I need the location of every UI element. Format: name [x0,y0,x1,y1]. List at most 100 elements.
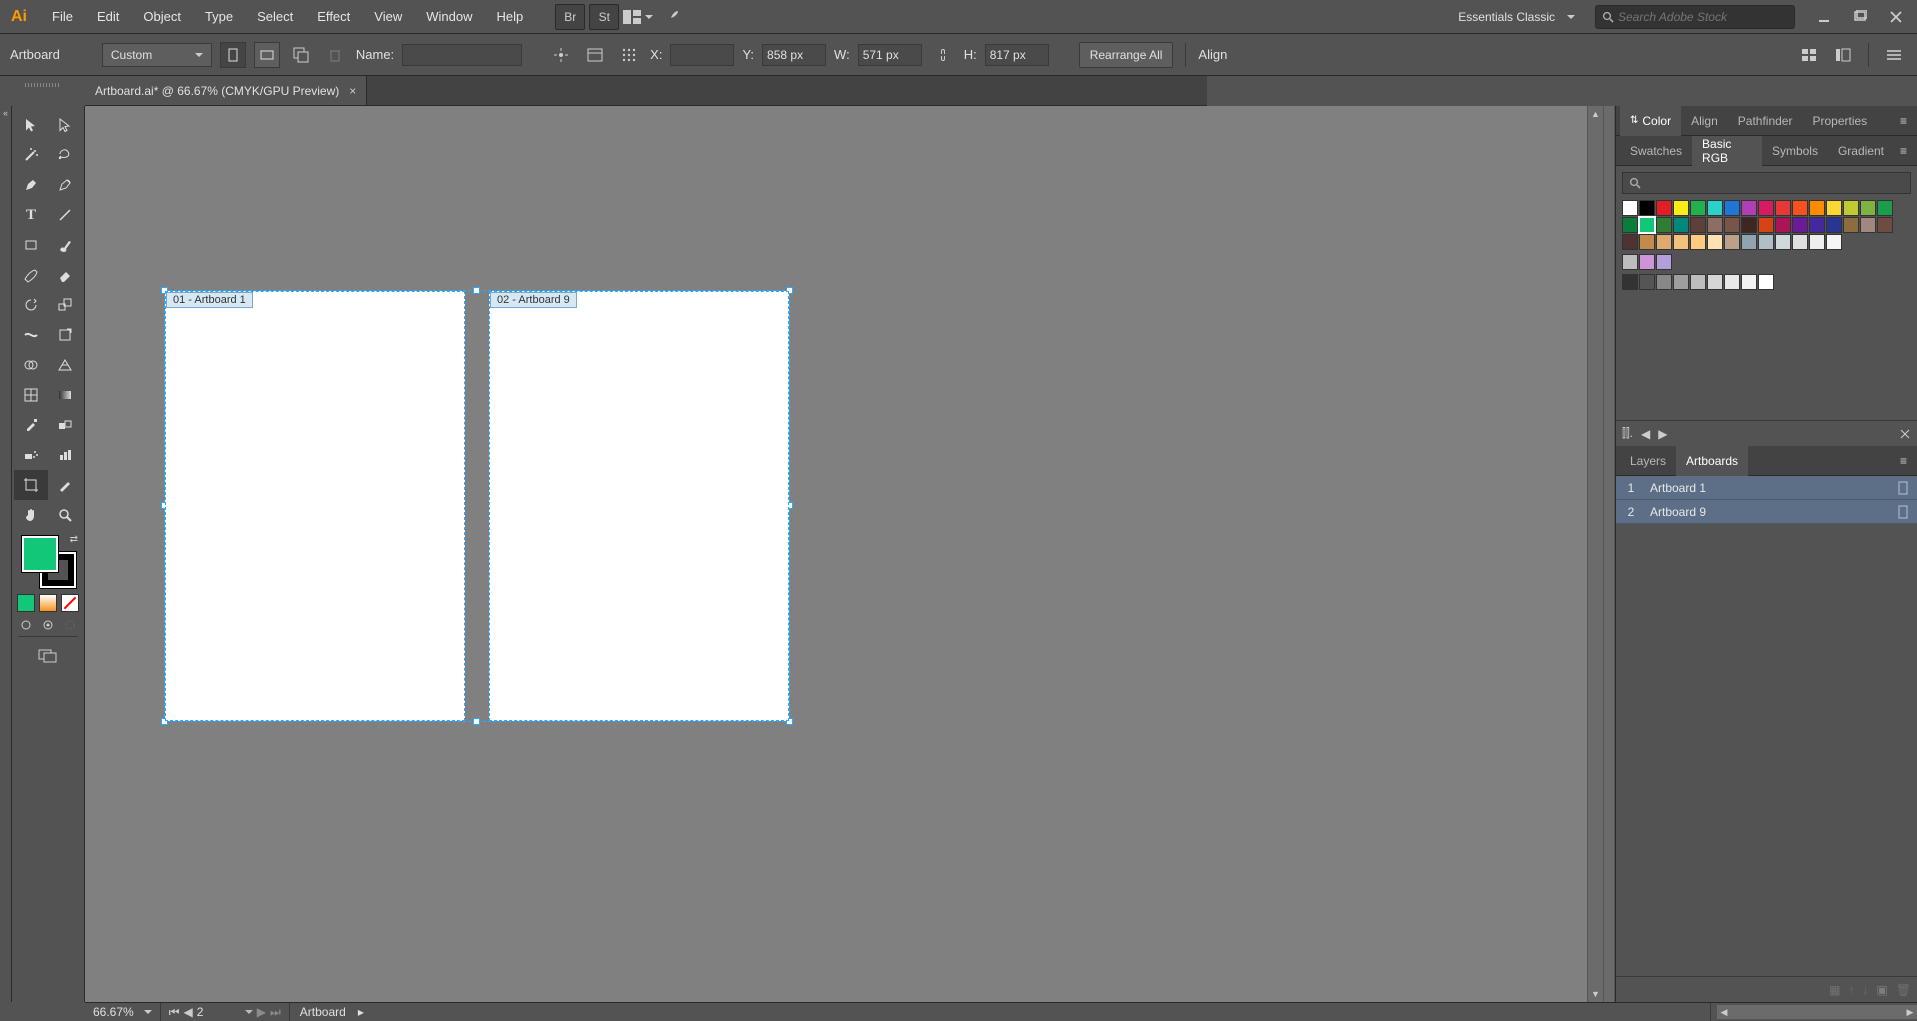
magic-wand-tool[interactable] [14,140,48,170]
swatch[interactable] [1707,200,1723,216]
scroll-left-icon[interactable]: ◀ [1717,1007,1731,1018]
nav-index-input[interactable] [197,1005,237,1019]
color-mode-solid[interactable] [17,594,35,612]
type-tool[interactable]: T [14,200,48,230]
gradient-tool[interactable] [48,380,82,410]
arrange-documents-button[interactable] [623,4,653,30]
tab-artboards[interactable]: Artboards [1676,446,1748,476]
menu-type[interactable]: Type [193,0,245,34]
move-down-icon[interactable]: ↓ [1862,983,1868,997]
screen-mode-button[interactable] [18,641,78,671]
curvature-tool[interactable] [48,170,82,200]
swatch[interactable] [1707,217,1723,233]
panel-menu-button[interactable]: ≡ [1894,114,1913,128]
workspace-switcher[interactable]: Essentials Classic [1448,8,1585,26]
swatch[interactable] [1741,217,1757,233]
direct-selection-tool[interactable] [48,110,82,140]
width-tool[interactable] [14,320,48,350]
swatch[interactable] [1724,234,1740,250]
swatch[interactable] [1843,217,1859,233]
eraser-tool[interactable] [48,260,82,290]
menu-select[interactable]: Select [245,0,305,34]
swatch[interactable] [1775,200,1791,216]
y-input[interactable] [762,44,826,66]
panel-menu-button[interactable]: ≡ [1894,454,1913,468]
artboard-2[interactable]: 02 - Artboard 9 [489,291,789,721]
swatch[interactable] [1724,217,1740,233]
canvas[interactable]: 01 - Artboard 1 02 - Artboard 9 ▲ ▼ [85,106,1603,1002]
swatch[interactable] [1622,254,1638,270]
perspective-grid-tool[interactable] [48,350,82,380]
new-artboard-button[interactable] [288,42,314,68]
tab-pathfinder[interactable]: Pathfinder [1728,106,1803,136]
shape-builder-tool[interactable] [14,350,48,380]
close-tab-button[interactable]: × [349,84,356,98]
swatch-next-button[interactable]: ▶ [1658,427,1667,441]
default-fill-stroke-icon[interactable] [18,578,30,590]
grid-alt-button[interactable] [1830,42,1856,68]
swatch[interactable] [1860,217,1876,233]
blend-tool[interactable] [48,410,82,440]
fill-stroke-indicator[interactable]: ⇄ [18,534,78,590]
free-transform-tool[interactable] [48,320,82,350]
swatch[interactable] [1656,200,1672,216]
artboard-preset-dropdown[interactable]: Custom [102,43,212,67]
swatch[interactable] [1673,217,1689,233]
grid-essentials-button[interactable] [1796,42,1822,68]
artboard-row[interactable]: 1 Artboard 1 [1616,476,1917,500]
hand-tool[interactable] [14,500,48,530]
status-menu-icon[interactable]: ▸ [358,1005,364,1019]
swatch[interactable] [1741,200,1757,216]
draw-normal-mode[interactable] [17,618,35,632]
window-maximize-button[interactable] [1845,7,1875,27]
gpu-rocket-icon[interactable] [657,4,687,30]
selection-tool[interactable] [14,110,48,140]
tab-layers[interactable]: Layers [1620,446,1676,476]
search-stock-input[interactable] [1618,10,1788,24]
tab-align[interactable]: Align [1681,106,1728,136]
swatch[interactable] [1792,217,1808,233]
color-mode-none[interactable] [61,594,79,612]
swatch[interactable] [1639,254,1655,270]
tab-symbols[interactable]: Symbols [1762,136,1828,166]
fill-swatch[interactable] [22,536,58,572]
symbol-sprayer-tool[interactable] [14,440,48,470]
artboard-options-button[interactable] [582,42,608,68]
new-artboard-icon[interactable]: ▣ [1876,983,1887,997]
control-menu-button[interactable] [1881,42,1907,68]
move-up-icon[interactable]: ↑ [1848,983,1854,997]
x-input[interactable] [670,44,734,66]
orientation-landscape-button[interactable] [254,42,280,68]
scroll-right-icon[interactable]: ▶ [1903,1007,1917,1018]
swatch[interactable] [1639,234,1655,250]
toolbox-collapse-button[interactable]: « [0,106,12,1002]
swatch[interactable] [1673,274,1689,290]
swatch[interactable] [1758,234,1774,250]
panel-menu-button[interactable]: ≡ [1894,144,1913,158]
swap-fill-stroke-icon[interactable]: ⇄ [70,534,78,545]
swatch[interactable] [1724,200,1740,216]
menu-view[interactable]: View [362,0,414,34]
swatch[interactable] [1877,200,1893,216]
delete-artboard-button[interactable] [322,42,348,68]
link-wh-button[interactable] [930,42,956,68]
swatch[interactable] [1792,200,1808,216]
swatch[interactable] [1877,217,1893,233]
swatch[interactable] [1690,200,1706,216]
swatch[interactable] [1775,217,1791,233]
vertical-scrollbar[interactable]: ▲ ▼ [1587,106,1603,1002]
search-stock-field[interactable] [1595,5,1795,29]
swatch[interactable] [1792,234,1808,250]
rearrange-artboards-icon[interactable]: ▦ [1829,983,1840,997]
swatch[interactable] [1622,234,1638,250]
nav-prev-icon[interactable]: ◀ [184,1005,193,1019]
swatch[interactable] [1690,274,1706,290]
swatch[interactable] [1622,200,1638,216]
paintbrush-tool[interactable] [48,230,82,260]
menu-object[interactable]: Object [131,0,193,34]
swatch[interactable] [1639,274,1655,290]
tab-properties[interactable]: Properties [1802,106,1877,136]
orientation-portrait-button[interactable] [220,42,246,68]
swatch[interactable] [1809,217,1825,233]
swatch[interactable] [1758,274,1774,290]
